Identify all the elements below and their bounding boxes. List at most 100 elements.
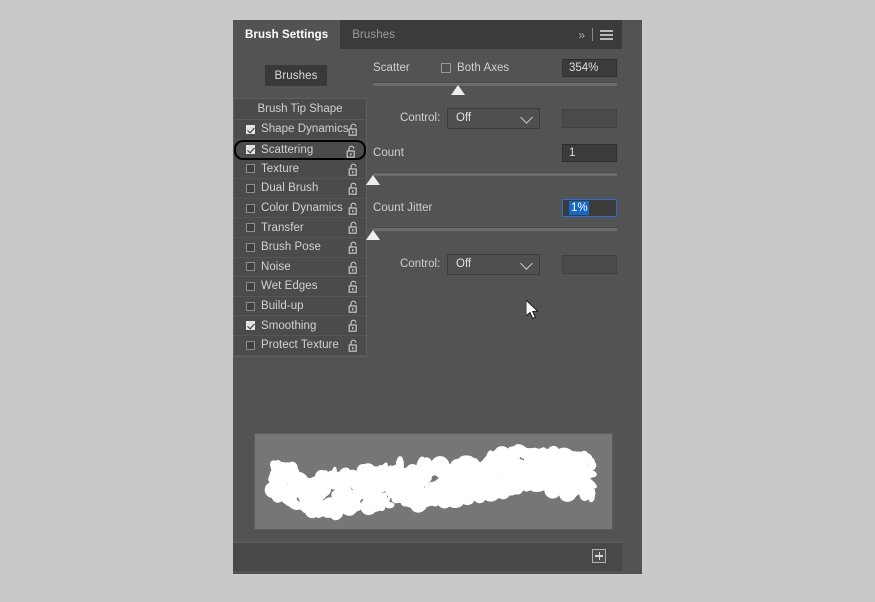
scatter-control-secondary-field[interactable] — [562, 108, 617, 128]
count-slider[interactable] — [366, 170, 617, 186]
scatter-slider-thumb[interactable] — [451, 85, 466, 95]
unlocked-padlock-icon[interactable] — [348, 280, 359, 293]
brush-option-checkbox[interactable] — [246, 321, 255, 331]
brush-option-transfer[interactable]: Transfer — [234, 218, 366, 238]
chevron-down-icon — [520, 256, 533, 270]
tab-brushes-label: Brushes — [352, 28, 396, 41]
brush-option-label: Noise — [261, 260, 291, 273]
count-value-text: 1 — [569, 147, 576, 159]
unlocked-padlock-icon[interactable] — [348, 339, 359, 352]
brush-stroke-preview — [254, 433, 613, 530]
both-axes-checkbox[interactable]: Both Axes — [441, 62, 509, 74]
brush-option-checkbox[interactable] — [246, 145, 255, 155]
scatter-control-label: Control: — [400, 112, 441, 124]
brush-option-label: Transfer — [261, 221, 304, 234]
count-jitter-label: Count Jitter — [373, 202, 433, 214]
brush-option-wet-edges[interactable]: Wet Edges — [234, 277, 366, 297]
count-value-input[interactable]: 1 — [562, 144, 617, 162]
count-jitter-row: Count Jitter 1% — [373, 197, 617, 219]
brush-settings-panel: Brush Settings Brushes » Brushes Brush T… — [233, 20, 642, 574]
count-jitter-value-input[interactable]: 1% — [562, 199, 617, 217]
count-jitter-slider-thumb[interactable] — [366, 230, 380, 240]
tab-brush-settings-label: Brush Settings — [245, 28, 329, 41]
unlocked-padlock-icon[interactable] — [348, 182, 359, 195]
brush-option-list: Brush Tip Shape Shape Dynamics Scattering… — [233, 98, 367, 357]
unlocked-padlock-icon[interactable] — [348, 300, 359, 318]
brush-option-build-up[interactable]: Build-up — [234, 297, 366, 317]
unlocked-padlock-icon[interactable] — [348, 123, 359, 141]
brushes-button[interactable]: Brushes — [265, 65, 327, 86]
brush-option-checkbox[interactable] — [246, 164, 255, 174]
unlocked-padlock-icon[interactable] — [348, 221, 359, 239]
brush-option-scattering[interactable]: Scattering — [234, 139, 366, 160]
tabbar-spacer — [407, 20, 578, 49]
panel-menu-icon[interactable] — [600, 29, 613, 40]
tab-brushes[interactable]: Brushes — [340, 20, 407, 49]
panel-tabbar: Brush Settings Brushes » — [233, 20, 622, 49]
brush-tip-shape-header[interactable]: Brush Tip Shape — [234, 99, 366, 120]
brush-option-checkbox[interactable] — [246, 340, 255, 350]
brush-option-label: Wet Edges — [261, 280, 318, 293]
brush-option-noise[interactable]: Noise — [234, 258, 366, 278]
count-jitter-value-text: 1% — [569, 201, 589, 215]
count-label: Count — [373, 147, 404, 159]
unlocked-padlock-icon[interactable] — [348, 261, 359, 279]
count-jitter-control-secondary-field[interactable] — [562, 254, 617, 274]
brush-option-dual-brush[interactable]: Dual Brush — [234, 179, 366, 199]
count-slider-thumb[interactable] — [366, 175, 380, 185]
brush-option-label: Brush Pose — [261, 241, 321, 254]
scattering-controls: Scatter Both Axes 354% Control: Off Coun… — [366, 57, 617, 277]
both-axes-label: Both Axes — [457, 62, 510, 74]
brush-option-rows: Shape Dynamics Scattering Texture Dual Brus… — [234, 120, 366, 356]
unlocked-padlock-icon[interactable] — [348, 241, 359, 259]
count-jitter-control-row: Control: Off — [373, 251, 617, 277]
count-jitter-control-select[interactable]: Off — [447, 253, 540, 275]
brush-option-smoothing[interactable]: Smoothing — [234, 316, 366, 336]
count-jitter-slider[interactable] — [366, 225, 617, 241]
unlocked-padlock-icon[interactable] — [348, 123, 359, 136]
screen: Brush Settings Brushes » Brushes Brush T… — [0, 0, 875, 602]
unlocked-padlock-icon[interactable] — [348, 261, 359, 274]
count-jitter-slider-track — [373, 227, 617, 231]
brush-stroke-preview-graphic — [264, 444, 597, 521]
scatter-label: Scatter — [373, 62, 410, 74]
brush-option-label: Build-up — [261, 300, 304, 313]
brush-option-checkbox[interactable] — [246, 242, 255, 252]
brush-option-checkbox[interactable] — [246, 301, 255, 311]
unlocked-padlock-icon[interactable] — [348, 163, 359, 176]
unlocked-padlock-icon[interactable] — [348, 221, 359, 235]
scatter-control-select[interactable]: Off — [447, 107, 540, 129]
unlocked-padlock-icon[interactable] — [348, 202, 359, 220]
scatter-slider[interactable] — [373, 80, 617, 96]
brush-option-protect-texture[interactable]: Protect Texture — [234, 336, 366, 356]
unlocked-padlock-icon[interactable] — [348, 280, 359, 298]
brush-option-checkbox[interactable] — [246, 203, 255, 213]
brush-option-checkbox[interactable] — [246, 183, 255, 193]
brush-option-texture[interactable]: Texture — [234, 160, 366, 180]
brush-option-checkbox[interactable] — [246, 262, 255, 272]
unlocked-padlock-icon[interactable] — [348, 182, 359, 200]
unlocked-padlock-icon[interactable] — [348, 300, 359, 313]
brush-option-checkbox[interactable] — [246, 223, 255, 233]
brush-option-checkbox[interactable] — [246, 281, 255, 291]
brush-option-checkbox[interactable] — [246, 124, 255, 134]
unlocked-padlock-icon[interactable] — [348, 319, 359, 333]
brush-option-color-dynamics[interactable]: Color Dynamics — [234, 199, 366, 219]
brush-option-label: Shape Dynamics — [261, 123, 349, 136]
brush-option-label: Smoothing — [261, 319, 317, 332]
brush-option-shape-dynamics[interactable]: Shape Dynamics — [234, 120, 366, 140]
scatter-value-text: 354% — [569, 62, 599, 74]
unlocked-padlock-icon[interactable] — [348, 319, 359, 337]
unlocked-padlock-icon[interactable] — [348, 163, 359, 181]
brush-option-brush-pose[interactable]: Brush Pose — [234, 238, 366, 258]
unlocked-padlock-icon[interactable] — [346, 145, 357, 158]
unlocked-padlock-icon[interactable] — [348, 241, 359, 254]
chevron-double-right-icon[interactable]: » — [578, 29, 585, 41]
tab-brush-settings[interactable]: Brush Settings — [233, 20, 341, 49]
scatter-value-input[interactable]: 354% — [562, 59, 617, 77]
unlocked-padlock-icon[interactable] — [348, 202, 359, 215]
unlocked-padlock-icon[interactable] — [348, 339, 359, 357]
new-brush-icon[interactable] — [592, 549, 606, 563]
panel-tab-tools: » — [578, 20, 622, 49]
tabbar-separator — [592, 28, 593, 41]
